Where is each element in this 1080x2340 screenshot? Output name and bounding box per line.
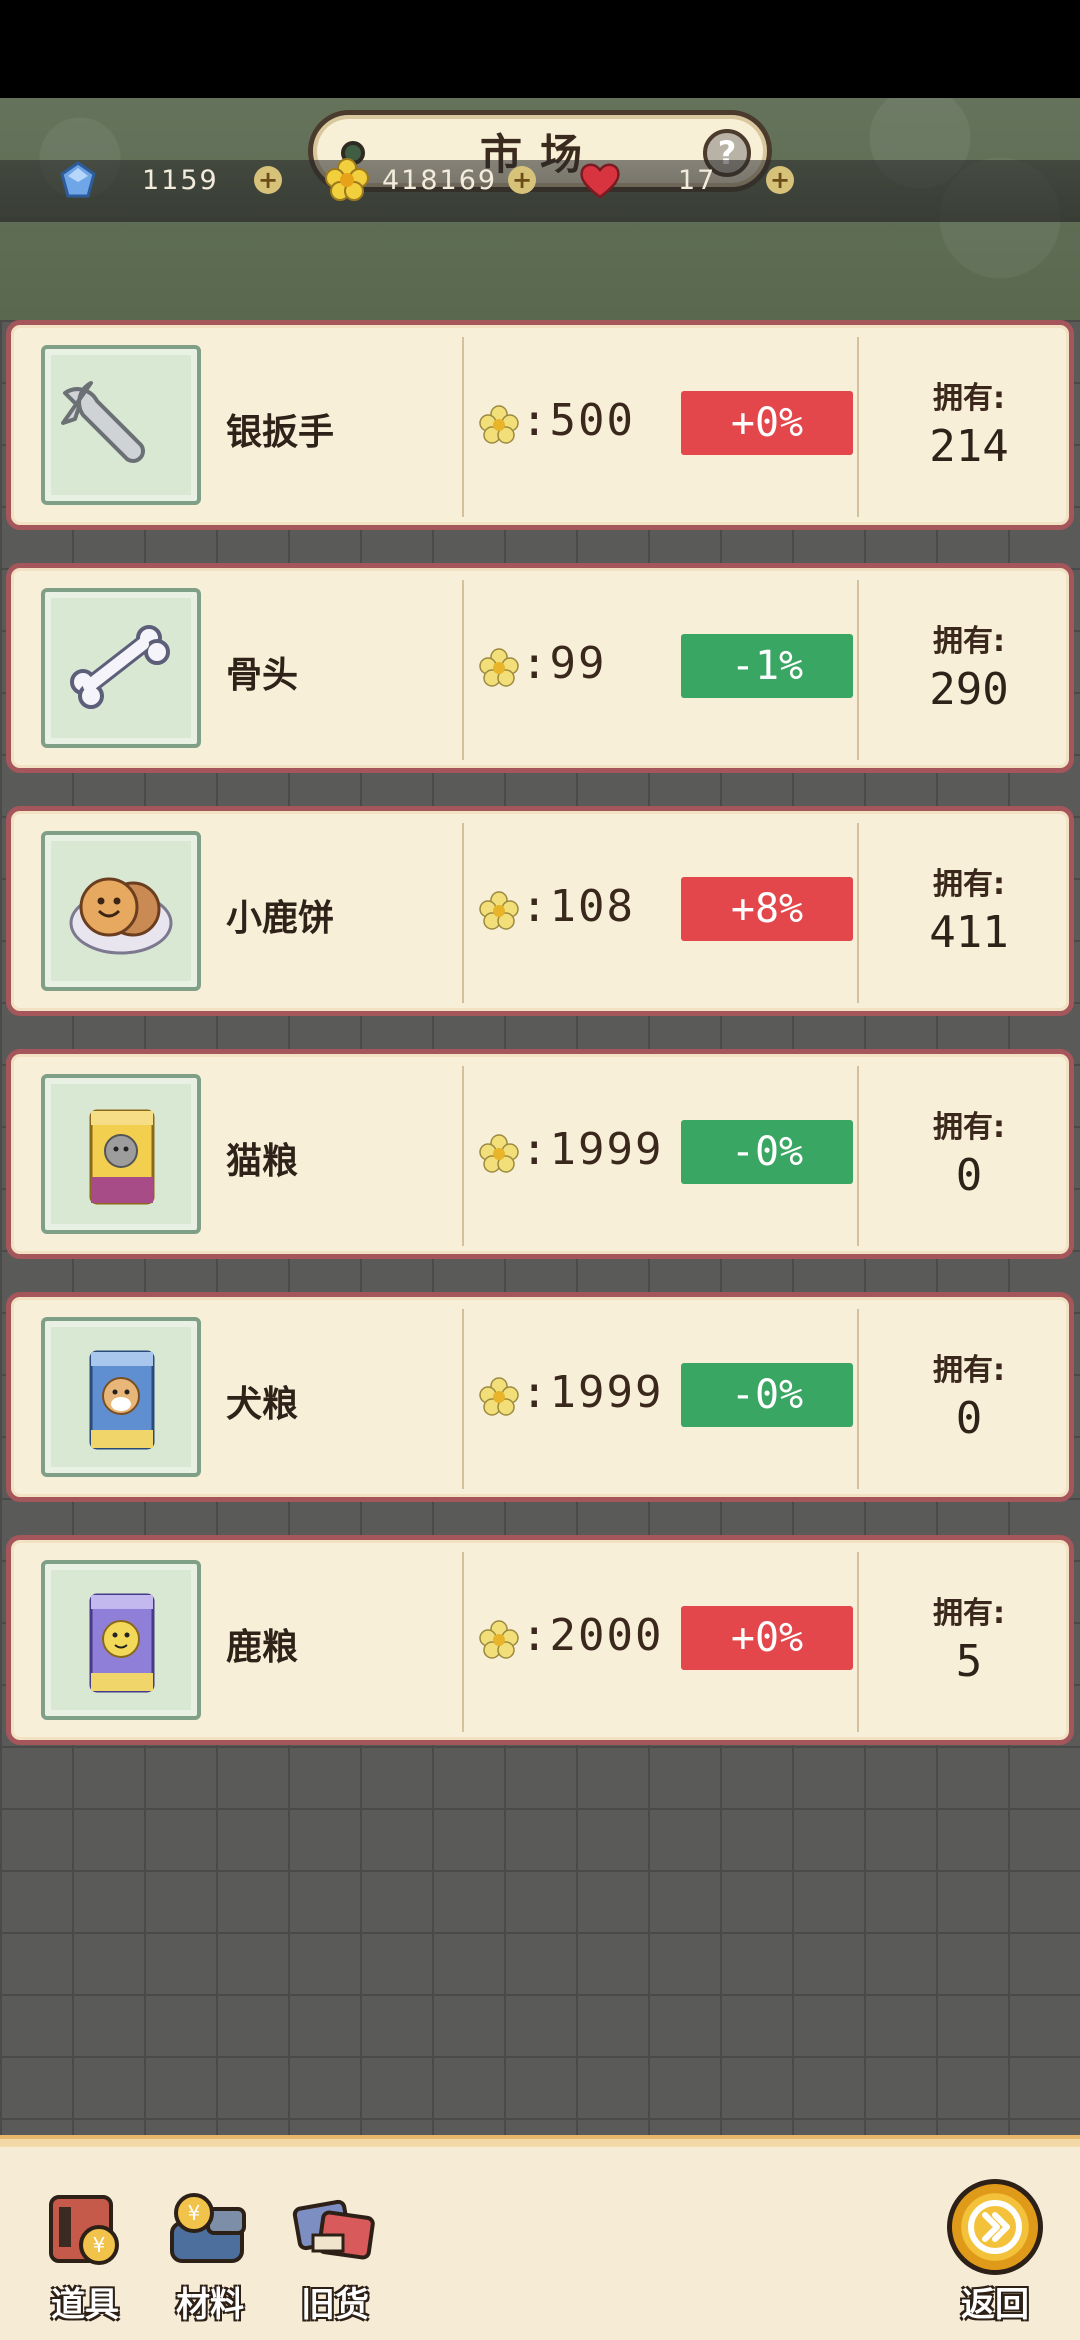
- owned-value: 290: [929, 664, 1009, 715]
- price-change-badge: +8%: [681, 877, 853, 941]
- blue-gem-icon: [56, 158, 100, 202]
- item-name: 鹿粮: [226, 1627, 299, 1668]
- status-bar: [0, 0, 1080, 98]
- flower-currency-icon: [479, 1620, 519, 1659]
- flower-currency-icon: [479, 405, 519, 444]
- cat-food-icon: [41, 1074, 201, 1234]
- materials-icon: ¥: [162, 2179, 258, 2275]
- svg-text:¥: ¥: [188, 2201, 201, 2225]
- item-name: 猫粮: [226, 1141, 299, 1182]
- flower-currency-icon: [479, 648, 519, 687]
- price-change-badge: -1%: [681, 634, 853, 698]
- item-name: 银扳手: [226, 412, 335, 453]
- price-change-badge: -0%: [681, 1120, 853, 1184]
- nav-second-hand-label: 旧货: [301, 2285, 369, 2325]
- market-row[interactable]: 猫粮 :1999 -0% 拥有: 0: [6, 1049, 1074, 1259]
- flower-currency-icon: [479, 1134, 519, 1173]
- resource-hearts: 17: [578, 158, 716, 202]
- market-row[interactable]: 骨头 :99 -1% 拥有: 290: [6, 563, 1074, 773]
- owned-label: 拥有:: [933, 624, 1005, 659]
- bottom-nav: ¥ 道具 ¥ 材料 旧货 返回: [0, 2135, 1080, 2340]
- gems-value: 1159: [142, 164, 219, 196]
- owned-value: 0: [955, 1393, 983, 1444]
- item-price: :108: [521, 881, 635, 932]
- red-heart-icon: [578, 158, 622, 202]
- item-price: :99: [521, 638, 607, 689]
- second-hand-icon: [287, 2179, 383, 2275]
- owned-label: 拥有:: [933, 1353, 1005, 1388]
- item-name: 犬粮: [226, 1384, 299, 1425]
- owned-value: 0: [955, 1150, 983, 1201]
- price-change-badge: -0%: [681, 1363, 853, 1427]
- owned-value: 5: [955, 1636, 983, 1687]
- add-hearts-button[interactable]: +: [766, 166, 794, 194]
- owned-label: 拥有:: [933, 381, 1005, 416]
- item-name: 小鹿饼: [226, 898, 335, 939]
- market-row[interactable]: 小鹿饼 :108 +8% 拥有: 411: [6, 806, 1074, 1016]
- bone-icon: [41, 588, 201, 748]
- divider: [462, 1309, 464, 1489]
- nav-second-hand-button[interactable]: 旧货: [280, 2179, 390, 2326]
- item-price: :500: [521, 395, 635, 446]
- add-flowers-button[interactable]: +: [508, 166, 536, 194]
- flowers-value: 418169: [382, 164, 498, 196]
- dog-food-icon: [41, 1317, 201, 1477]
- item-name: 骨头: [226, 655, 299, 696]
- price-change-badge: +0%: [681, 391, 853, 455]
- owned-label: 拥有:: [933, 1110, 1005, 1145]
- price-change-badge: +0%: [681, 1606, 853, 1670]
- divider: [462, 337, 464, 517]
- divider: [462, 823, 464, 1003]
- svg-text:¥: ¥: [93, 2233, 106, 2257]
- hearts-value: 17: [678, 164, 717, 196]
- flower-currency-icon: [479, 1377, 519, 1416]
- divider: [462, 580, 464, 760]
- item-price: :1999: [521, 1367, 664, 1418]
- nav-materials-button[interactable]: ¥ 材料: [155, 2179, 265, 2326]
- owned-label: 拥有:: [933, 1596, 1005, 1631]
- owned-label: 拥有:: [933, 867, 1005, 902]
- nav-tools-button[interactable]: ¥ 道具: [30, 2179, 140, 2326]
- divider: [462, 1552, 464, 1732]
- cookie-icon: [41, 831, 201, 991]
- item-price: :2000: [521, 1610, 664, 1661]
- wrench-icon: [41, 345, 201, 505]
- owned-value: 411: [929, 907, 1009, 958]
- deer-food-icon: [41, 1560, 201, 1720]
- return-label: 返回: [961, 2285, 1029, 2325]
- nav-materials-label: 材料: [176, 2285, 244, 2325]
- resource-flowers: 418169: [318, 158, 497, 202]
- resource-gems: 1159: [56, 158, 219, 202]
- item-price: :1999: [521, 1124, 664, 1175]
- market-row[interactable]: 犬粮 :1999 -0% 拥有: 0: [6, 1292, 1074, 1502]
- double-arrow-right-icon: [947, 2179, 1043, 2275]
- market-row[interactable]: 鹿粮 :2000 +0% 拥有: 5: [6, 1535, 1074, 1745]
- market-row[interactable]: 银扳手 :500 +0% 拥有: 214: [6, 320, 1074, 530]
- return-button[interactable]: 返回: [940, 2179, 1050, 2326]
- tools-icon: ¥: [37, 2179, 133, 2275]
- flower-currency-icon: [479, 891, 519, 930]
- add-gems-button[interactable]: +: [254, 166, 282, 194]
- yellow-flower-icon: [318, 158, 376, 202]
- nav-tools-label: 道具: [51, 2285, 119, 2325]
- owned-value: 214: [929, 421, 1009, 472]
- divider: [462, 1066, 464, 1246]
